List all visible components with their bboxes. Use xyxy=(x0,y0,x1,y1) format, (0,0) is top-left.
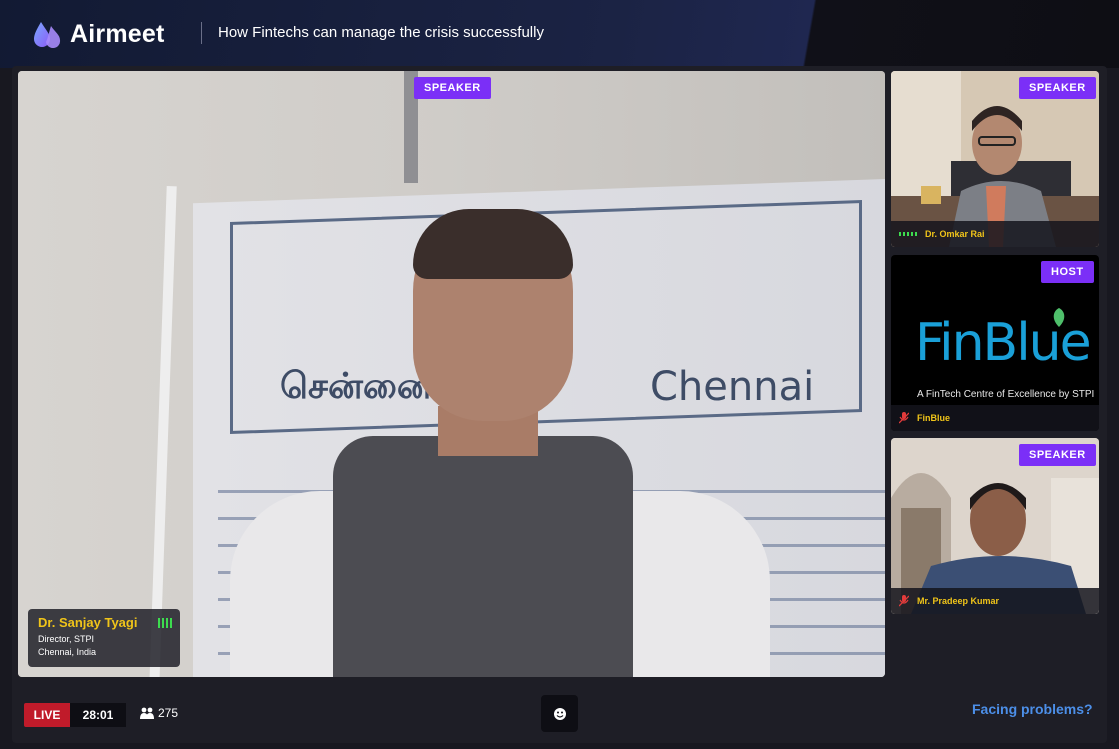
side-video-tile-2[interactable]: HOST FinBlue A FinTech Centre of Excelle… xyxy=(891,255,1099,431)
smiley-icon xyxy=(553,707,566,720)
session-timer: 28:01 xyxy=(70,703,126,727)
audio-level-icon xyxy=(899,232,917,236)
side-video-tile-3[interactable]: SPEAKER Mr. Pradeep Kumar xyxy=(891,438,1099,614)
reaction-button[interactable] xyxy=(541,695,578,732)
participant-nameplate: Mr. Pradeep Kumar xyxy=(891,588,1099,614)
event-title: How Fintechs can manage the crisis succe… xyxy=(218,24,544,41)
participant-name: FinBlue xyxy=(917,413,950,423)
airmeet-drop-icon xyxy=(34,22,61,48)
top-bar: Airmeet How Fintechs can manage the cris… xyxy=(0,0,1119,68)
banner-tamil-text: சென்னை xyxy=(280,366,432,407)
speaker-nameplate: Dr. Sanjay Tyagi Director, STPI Chennai,… xyxy=(28,609,180,667)
airmeet-logo[interactable]: Airmeet xyxy=(32,18,165,50)
header-divider xyxy=(201,22,202,44)
attendee-count-value: 275 xyxy=(158,706,179,720)
live-badge: LIVE xyxy=(24,703,70,727)
mic-muted-icon xyxy=(899,595,909,607)
host-badge: HOST xyxy=(1041,261,1094,283)
app-name: Airmeet xyxy=(70,19,165,48)
speaker-badge: SPEAKER xyxy=(1019,444,1096,466)
leaf-icon xyxy=(1053,308,1065,327)
participant-nameplate: FinBlue xyxy=(891,405,1099,431)
speaker-title: Director, STPI xyxy=(38,634,95,644)
speaker-vest xyxy=(333,436,633,677)
speaker-badge: SPEAKER xyxy=(414,77,491,99)
speaker-badge: SPEAKER xyxy=(1019,77,1096,99)
speaker-location: Chennai, India xyxy=(38,647,97,657)
main-video-tile[interactable]: சென்னை Chennai SPEAKER Dr. Sanjay Tyagi … xyxy=(18,71,885,677)
airmeet-app: Airmeet How Fintechs can manage the cris… xyxy=(0,0,1119,749)
speaker-name: Dr. Sanjay Tyagi xyxy=(38,615,138,630)
banner-city-text: Chennai xyxy=(650,364,815,410)
finblue-tagline: A FinTech Centre of Excellence by STPI xyxy=(917,389,1095,400)
facing-problems-link[interactable]: Facing problems? xyxy=(972,701,1093,717)
participant-nameplate: Dr. Omkar Rai xyxy=(891,221,1099,247)
side-video-tile-1[interactable]: SPEAKER Dr. Omkar Rai xyxy=(891,71,1099,247)
participant-name: Dr. Omkar Rai xyxy=(925,229,985,239)
participant-name: Mr. Pradeep Kumar xyxy=(917,596,1000,606)
audio-level-icon xyxy=(158,618,172,628)
mic-muted-icon xyxy=(899,412,909,424)
attendee-count[interactable]: 275 xyxy=(140,706,178,720)
people-icon xyxy=(140,707,154,719)
speaker-hair xyxy=(413,209,573,279)
